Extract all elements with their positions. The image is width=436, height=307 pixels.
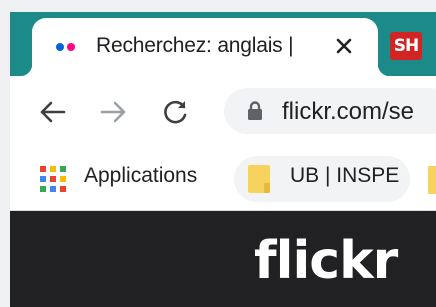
back-button[interactable] (36, 96, 68, 128)
folder-icon[interactable] (428, 166, 436, 194)
reload-icon (164, 100, 187, 124)
arrow-left-icon (40, 101, 66, 123)
close-tab-icon[interactable] (328, 30, 360, 62)
tab-active[interactable]: Recherchez: anglais | (20, 18, 390, 76)
apps-grid-icon[interactable] (40, 166, 66, 192)
bookmark-applications[interactable]: Applications (84, 164, 197, 188)
bookmark-ub-inspe[interactable]: UB | INSPE (234, 156, 410, 202)
flickr-favicon-icon (56, 37, 84, 57)
bookmarks-bar: Applications UB | INSPE (10, 146, 436, 211)
tab-title: Recherchez: anglais | (96, 34, 294, 57)
toolbar: flickr.com/se (10, 76, 436, 146)
lock-icon[interactable] (246, 101, 264, 121)
url-text: flickr.com/se (282, 98, 415, 125)
flickr-logo[interactable]: flickr (254, 231, 398, 291)
forward-button[interactable] (98, 96, 130, 128)
folder-icon (248, 165, 270, 193)
bookmark-label: UB | INSPE (290, 164, 400, 187)
tab-inactive[interactable]: SH (384, 18, 436, 76)
browser-window: Recherchez: anglais | SH flickr.com/se A… (10, 12, 436, 307)
reload-button[interactable] (160, 96, 192, 128)
sh-favicon-icon: SH (390, 32, 422, 60)
page-content: flickr (10, 211, 436, 307)
arrow-right-icon (100, 101, 126, 123)
address-bar[interactable]: flickr.com/se (224, 88, 436, 134)
